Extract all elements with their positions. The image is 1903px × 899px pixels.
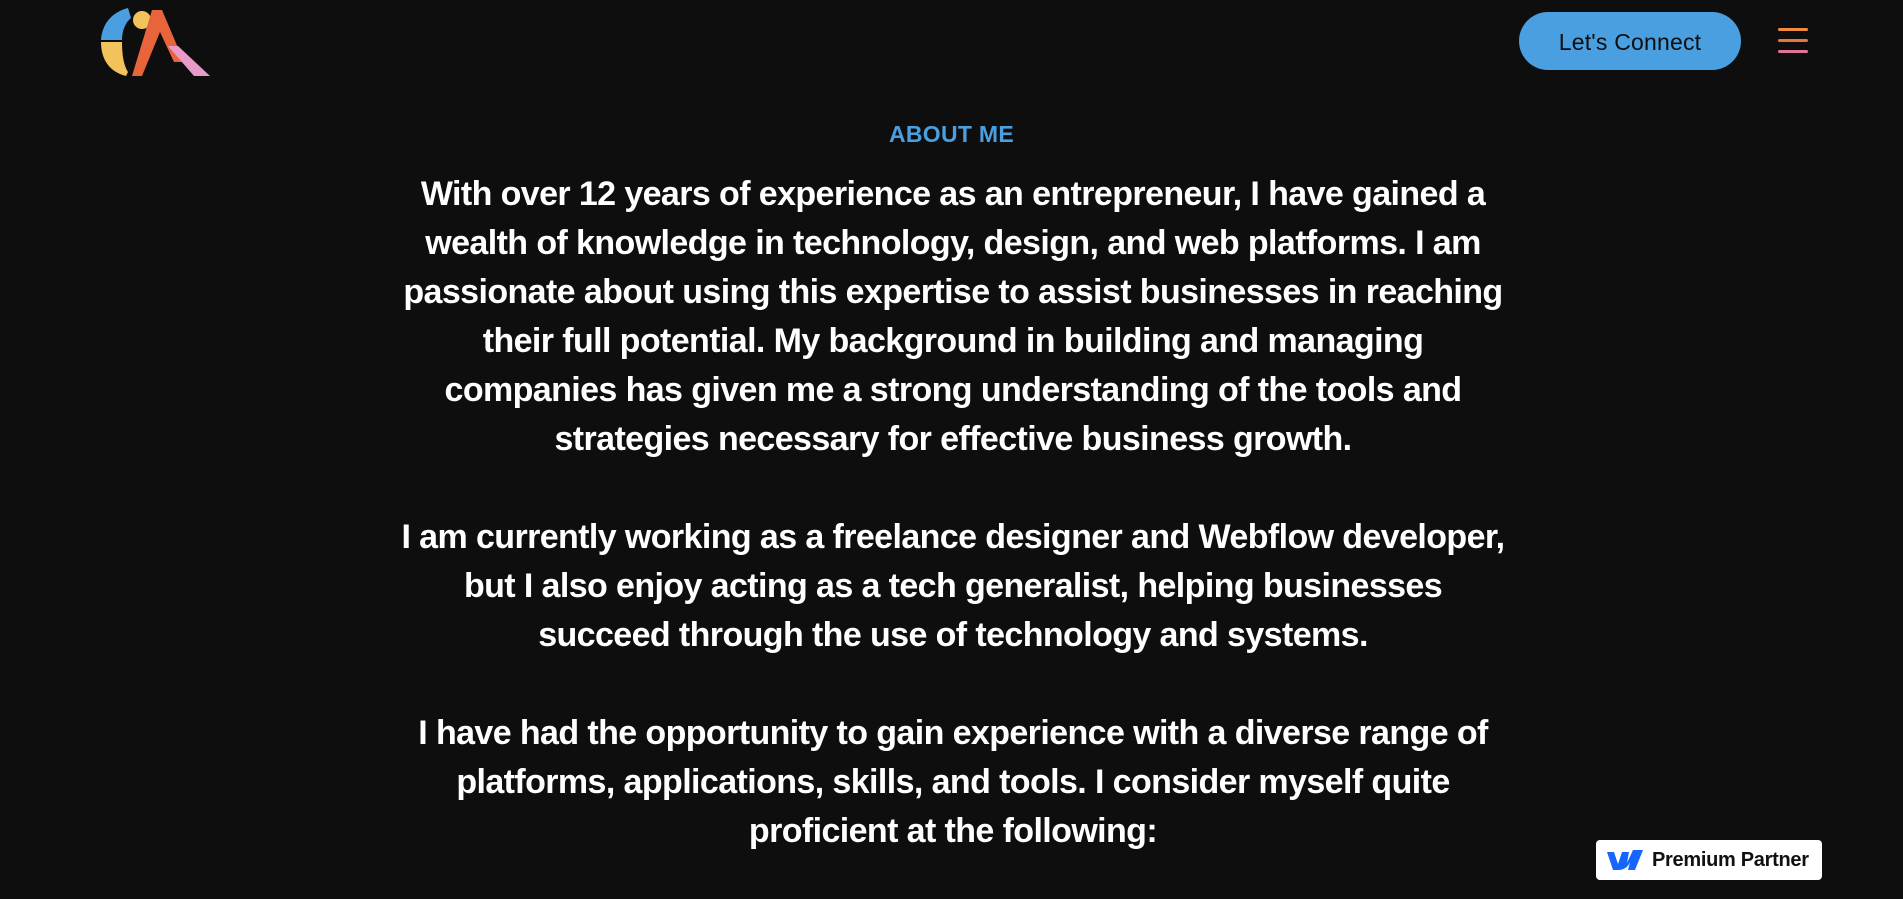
about-paragraph-3: I have had the opportunity to gain exper… <box>418 714 1488 850</box>
premium-partner-label: Premium Partner <box>1652 848 1809 871</box>
hamburger-menu-icon[interactable] <box>1776 26 1810 56</box>
lets-connect-button[interactable]: Let's Connect <box>1519 12 1741 70</box>
logo-c-blue-shape <box>101 8 131 40</box>
page: Let's Connect ABOUT ME With over 12 year… <box>0 0 1903 899</box>
logo-c-yellow-shape <box>101 42 128 76</box>
webflow-icon <box>1607 850 1643 870</box>
logo[interactable] <box>98 6 210 78</box>
about-paragraph-2: I am currently working as a freelance de… <box>401 518 1505 654</box>
about-eyebrow-heading: ABOUT ME <box>888 121 1015 147</box>
menu-line-top <box>1778 28 1808 31</box>
menu-line-middle <box>1778 39 1808 42</box>
about-paragraph-1: With over 12 years of experience as an e… <box>403 175 1503 458</box>
about-body: With over 12 years of experience as an e… <box>398 170 1508 899</box>
menu-line-bottom <box>1778 50 1808 53</box>
premium-partner-badge[interactable]: Premium Partner <box>1596 840 1822 880</box>
